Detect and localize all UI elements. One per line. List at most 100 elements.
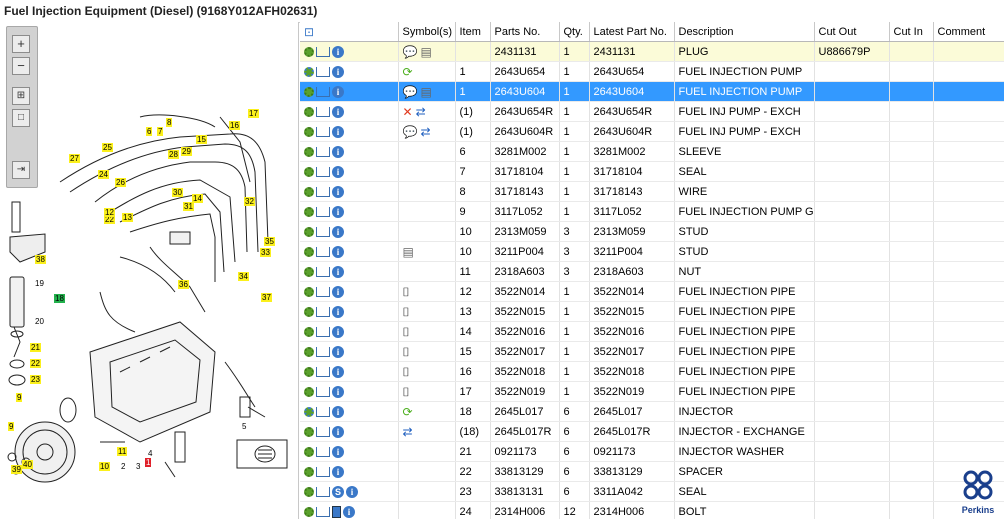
parts-no-column-header[interactable]: Parts No. [490, 22, 560, 42]
settings-gear-icon[interactable] [304, 486, 314, 497]
exploded-diagram[interactable] [0, 22, 299, 519]
settings-gear-icon[interactable] [304, 186, 314, 197]
diagram-callout-19[interactable]: 19 [34, 279, 45, 288]
cart-icon[interactable] [316, 126, 330, 137]
info-icon[interactable]: i [332, 165, 344, 178]
cart-icon[interactable] [316, 226, 330, 237]
settings-gear-icon[interactable] [304, 226, 314, 237]
diagram-callout-39[interactable]: 39 [11, 465, 22, 474]
diagram-callout-3[interactable]: 3 [135, 462, 142, 471]
cart-icon[interactable] [316, 366, 330, 377]
cart-icon[interactable] [316, 406, 330, 417]
table-row[interactable]: i 7 31718104 1 31718104 SEAL [300, 161, 1004, 182]
diagram-callout-13[interactable]: 13 [122, 213, 133, 222]
table-row[interactable]: i 11 2318A603 3 2318A603 NUT [300, 261, 1004, 282]
table-row[interactable]: i 24 2314H006 12 2314H006 BOLT [300, 501, 1004, 519]
cylinder-icon[interactable]: ⌷ [403, 306, 410, 318]
info-icon[interactable]: i [346, 485, 358, 498]
exchange-icon[interactable]: ⇄ [420, 126, 430, 138]
info-icon[interactable]: i [332, 145, 344, 158]
cart-icon[interactable] [316, 66, 330, 77]
settings-gear-icon[interactable] [304, 146, 314, 157]
manual-icon[interactable]: ▤ [420, 86, 431, 98]
table-row[interactable]: i 22 33813129 6 33813129 SPACER [300, 461, 1004, 482]
cut-in-column-header[interactable]: Cut In [889, 22, 934, 42]
export-button[interactable]: ⇥ [12, 161, 30, 179]
diagram-callout-40[interactable]: 40 [22, 460, 33, 469]
info-icon[interactable]: i [332, 385, 344, 398]
manual-icon[interactable]: ▤ [420, 46, 431, 58]
info-icon[interactable]: i [332, 45, 344, 58]
cart-icon[interactable] [316, 186, 330, 197]
cart-icon[interactable] [316, 286, 330, 297]
settings-gears-icon[interactable] [304, 406, 314, 417]
cart-icon[interactable] [316, 446, 330, 457]
cart-icon[interactable] [316, 206, 330, 217]
diagram-callout-4[interactable]: 4 [147, 449, 154, 458]
diagram-callout-34[interactable]: 34 [238, 272, 249, 281]
settings-gear-icon[interactable] [304, 246, 314, 257]
table-row[interactable]: i ⟳ 18 2645L017 6 2645L017 INJECTOR [300, 401, 1004, 422]
settings-gear-icon[interactable] [304, 206, 314, 217]
diagram-callout-30[interactable]: 30 [172, 188, 183, 197]
diagram-callout-32[interactable]: 32 [244, 197, 255, 206]
cart-icon[interactable] [316, 426, 330, 437]
parts-table-container[interactable]: ⊡ Symbol(s) Item Parts No. Qty. Latest P… [300, 22, 1004, 519]
cart-icon[interactable] [316, 86, 330, 97]
info-icon[interactable]: i [332, 205, 344, 218]
cylinder-icon[interactable]: ⌷ [403, 366, 410, 378]
info-icon[interactable]: i [332, 405, 344, 418]
settings-gear-icon[interactable] [304, 386, 314, 397]
reset-view-button[interactable]: □ [12, 109, 30, 127]
table-row[interactable]: i 8 31718143 1 31718143 WIRE [300, 181, 1004, 202]
settings-gear-icon[interactable] [304, 446, 314, 457]
cut-out-column-header[interactable]: Cut Out [814, 22, 890, 42]
cylinder-icon[interactable]: ⌷ [403, 386, 410, 398]
cart-icon[interactable] [316, 326, 330, 337]
diagram-callout-24[interactable]: 24 [98, 170, 109, 179]
cross-icon[interactable]: ✕ [403, 106, 413, 118]
settings-gear-icon[interactable] [304, 366, 314, 377]
cylinder-icon[interactable]: ⌷ [403, 286, 410, 298]
info-icon[interactable]: i [332, 285, 344, 298]
diagram-callout-2[interactable]: 2 [120, 462, 127, 471]
note-icon[interactable]: 💬 [403, 86, 418, 98]
table-row[interactable]: i ✕ ⇄ (1) 2643U654R 1 2643U654R FUEL INJ PUMP -… [300, 101, 1004, 122]
manual-icon[interactable]: ▤ [403, 246, 414, 258]
table-row[interactable]: i ⟳ 1 2643U654 1 2643U654 FUEL INJECTION PUMP [300, 61, 1004, 82]
settings-gear-icon[interactable] [304, 466, 314, 477]
table-row[interactable]: i 10 2313M059 3 2313M059 STUD [300, 221, 1004, 242]
diagram-callout-23[interactable]: 23 [30, 375, 41, 384]
info-icon[interactable]: i [332, 365, 344, 378]
settings-gear-icon[interactable] [304, 426, 314, 437]
cart-icon[interactable] [316, 266, 330, 277]
cart-icon[interactable] [316, 146, 330, 157]
recycle-icon[interactable]: ⟳ [403, 406, 413, 418]
info-icon[interactable]: i [332, 345, 344, 358]
diagram-callout-7[interactable]: 7 [157, 127, 164, 136]
info-icon[interactable]: i [332, 245, 344, 258]
info-icon[interactable]: i [332, 305, 344, 318]
table-row[interactable]: i 9 3117L052 1 3117L052 FUEL INJECTION PUMP G… [300, 201, 1004, 222]
cylinder-icon[interactable]: ⌷ [403, 326, 410, 338]
diagram-callout-9[interactable]: 9 [16, 393, 23, 402]
diagram-callout-37[interactable]: 37 [261, 293, 272, 302]
diagram-callout-8[interactable]: 8 [166, 118, 173, 127]
diagram-callout-21[interactable]: 21 [30, 343, 41, 352]
diagram-callout-38[interactable]: 38 [35, 255, 46, 264]
diagram-callout-29[interactable]: 29 [181, 147, 192, 156]
fit-view-button[interactable]: ⊞ [12, 87, 30, 105]
table-row[interactable]: i 💬 ▤ 1 2643U604 1 2643U604 FUEL INJECTION PUMP [300, 81, 1004, 102]
diagram-callout-15[interactable]: 15 [196, 135, 207, 144]
cart-icon[interactable] [316, 306, 330, 317]
settings-gear-icon[interactable] [304, 346, 314, 357]
diagram-callout-28[interactable]: 28 [168, 150, 179, 159]
table-row[interactable]: i ⇄ (18) 2645L017R 6 2645L017R INJECTOR - EXCH… [300, 421, 1004, 442]
cylinder-icon[interactable]: ⌷ [403, 346, 410, 358]
settings-gear-icon[interactable] [304, 46, 314, 57]
tools-column-header[interactable]: ⊡ [300, 22, 399, 42]
cart-icon[interactable] [316, 346, 330, 357]
qty-column-header[interactable]: Qty. [559, 22, 590, 42]
note-icon[interactable]: 💬 [403, 126, 418, 138]
diagram-callout-6[interactable]: 6 [146, 127, 153, 136]
